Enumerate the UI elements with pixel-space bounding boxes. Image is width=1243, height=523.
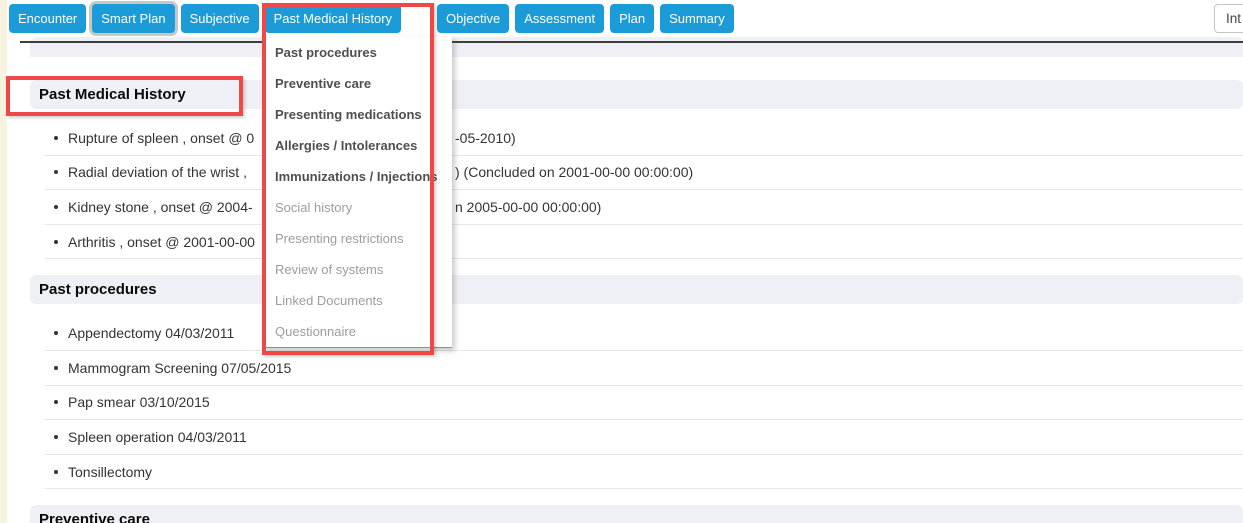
section-header: Past procedures xyxy=(30,275,1243,304)
section-header: Past Medical History xyxy=(30,80,1243,109)
item-text: Mammogram Screening 07/05/2015 xyxy=(68,360,291,376)
item-text: Appendectomy 04/03/2011 xyxy=(68,325,234,341)
menu-item-presenting-medications[interactable]: Presenting medications xyxy=(262,99,452,130)
nav-button-assessment[interactable]: Assessment xyxy=(515,4,604,33)
menu-item-allergies-intolerances[interactable]: Allergies / Intolerances xyxy=(262,130,452,161)
list-item: Rupture of spleen , onset @ 0 -05-2010) xyxy=(45,121,1243,156)
record-section-preventive-care: Preventive care xyxy=(0,505,1243,523)
menu-item-past-procedures[interactable]: Past procedures xyxy=(262,37,452,68)
list-item: Mammogram Screening 07/05/2015 xyxy=(45,351,1243,386)
list-item: Arthritis , onset @ 2001-00-00 xyxy=(45,225,1243,260)
list-item: Spleen operation 04/03/2011 xyxy=(45,420,1243,455)
item-text-after-menu: -05-2010) xyxy=(455,121,516,155)
menu-item-linked-documents[interactable]: Linked Documents xyxy=(262,285,452,316)
menu-item-review-of-systems[interactable]: Review of systems xyxy=(262,254,452,285)
toolbar-divider xyxy=(20,41,1243,43)
nav-button-objective[interactable]: Objective xyxy=(437,4,509,33)
menu-item-social-history[interactable]: Social history xyxy=(262,192,452,223)
list-item: Kidney stone , onset @ 2004- n 2005-00-0… xyxy=(45,190,1243,225)
menu-item-presenting-restrictions[interactable]: Presenting restrictions xyxy=(262,223,452,254)
menu-item-questionnaire[interactable]: Questionnaire xyxy=(262,316,452,347)
list-item: Tonsillectomy xyxy=(45,455,1243,490)
record-section-past-procedures: Past procedures Appendectomy 04/03/2011 … xyxy=(0,275,1243,489)
record-section-past-medical-history: Past Medical History Rupture of spleen ,… xyxy=(0,80,1243,259)
section-header: Preventive care xyxy=(30,505,1243,523)
page-left-margin xyxy=(0,0,7,523)
record-content-area: Past Medical History Rupture of spleen ,… xyxy=(0,57,1243,523)
menu-item-preventive-care[interactable]: Preventive care xyxy=(262,68,452,99)
item-text: Rupture of spleen , onset @ 0 xyxy=(68,130,254,146)
menu-item-immunizations-injections[interactable]: Immunizations / Injections xyxy=(262,161,452,192)
item-text: Pap smear 03/10/2015 xyxy=(68,394,210,410)
item-text: Kidney stone , onset @ 2004- xyxy=(68,199,253,215)
item-text: Radial deviation of the wrist , xyxy=(68,164,247,180)
section-list: Appendectomy 04/03/2011 Mammogram Screen… xyxy=(45,316,1243,489)
nav-button-encounter[interactable]: Encounter xyxy=(9,4,86,33)
section-header-case-clipped: Case xyxy=(30,37,1243,57)
nav-button-past-medical-history[interactable]: Past Medical History xyxy=(265,4,401,33)
nav-button-summary[interactable]: Summary xyxy=(660,4,734,33)
toolbar: EncounterSmart PlanSubjectivePast Medica… xyxy=(7,0,1243,37)
item-text: Arthritis , onset @ 2001-00-00 xyxy=(68,234,255,250)
nav-button-plan[interactable]: Plan xyxy=(610,4,654,33)
item-text: Tonsillectomy xyxy=(68,464,152,480)
list-item: Pap smear 03/10/2015 xyxy=(45,386,1243,421)
section-list: Rupture of spleen , onset @ 0 -05-2010) … xyxy=(45,121,1243,259)
ehr-encounter-window: Case Past Medical History Rupture of spl… xyxy=(0,0,1243,523)
list-item: Appendectomy 04/03/2011 xyxy=(45,316,1243,351)
past-medical-history-dropdown-menu: Past proceduresPreventive carePresenting… xyxy=(262,37,452,348)
toolbar-buttons: EncounterSmart PlanSubjectivePast Medica… xyxy=(9,4,734,33)
list-item: Radial deviation of the wrist , ) (Concl… xyxy=(45,156,1243,191)
overflow-nav-button-clipped[interactable]: Int xyxy=(1214,4,1243,33)
section-title-preventive-care: Preventive care xyxy=(30,511,150,523)
nav-button-smart-plan[interactable]: Smart Plan xyxy=(92,4,174,33)
nav-button-subjective[interactable]: Subjective xyxy=(181,4,259,33)
item-text-after-menu: ) (Concluded on 2001-00-00 00:00:00) xyxy=(455,156,693,190)
section-title-past-medical-history: Past Medical History xyxy=(30,86,186,103)
section-title-past-procedures: Past procedures xyxy=(30,281,157,298)
item-text: Spleen operation 04/03/2011 xyxy=(68,429,247,445)
item-text-after-menu: n 2005-00-00 00:00:00) xyxy=(455,190,601,224)
